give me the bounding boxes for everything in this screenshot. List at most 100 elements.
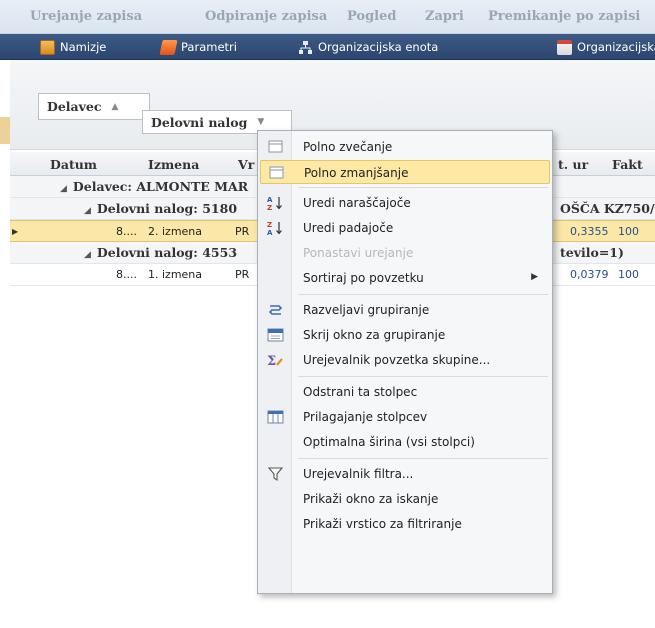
group-by-order-label: Delovni nalog <box>151 114 248 130</box>
tab-premikanje[interactable]: Premikanje po zapisi <box>488 9 640 24</box>
menu-item-group-summary-editor[interactable]: Σ Urejevalnik povzetka skupine... <box>260 348 550 372</box>
menu-item-column-chooser[interactable]: Prilagajanje stolpcev <box>260 405 550 429</box>
menu-item-label: Ponastavi urejanje <box>303 246 414 260</box>
left-strip <box>0 60 10 628</box>
menu-item-label: Razveljavi grupiranje <box>303 303 430 317</box>
menu-item-full-expand[interactable]: Polno zvečanje <box>260 135 550 159</box>
cell-type: PR <box>235 225 250 238</box>
group-row-order1-suffix: OŠČA KZ750/ <box>560 201 655 216</box>
submenu-arrow-icon: ▶ <box>531 272 538 282</box>
svg-text:Z: Z <box>267 204 272 211</box>
cell-fact: 100 <box>618 268 639 281</box>
desktop-button[interactable]: Namizje <box>40 39 106 55</box>
column-header-faktor[interactable]: Fakt <box>612 157 643 172</box>
org-unit-button[interactable]: Organizacijska enota <box>298 39 438 55</box>
org-calendar-button-label: Organizacijska <box>577 40 655 54</box>
menu-item-show-auto-filter-row[interactable]: Prikaži vrstico za filtriranje <box>260 512 550 536</box>
group-panel-icon <box>267 327 284 343</box>
tab-urejanje-zapisa[interactable]: Urejanje zapisa <box>30 9 142 24</box>
svg-text:Σ: Σ <box>267 354 276 368</box>
menu-item-label: Uredi padajoče <box>303 221 394 235</box>
group-by-worker[interactable]: Delavec ▲ <box>38 93 150 120</box>
menu-item-sort-ascending[interactable]: AZ Uredi naraščajoče <box>260 191 550 215</box>
menu-item-best-fit-all[interactable]: Optimalna širina (vsi stolpci) <box>260 430 550 454</box>
row-indicator-icon: ▶ <box>12 227 19 236</box>
toolbar: Namizje Parametri Organizacijska enota O… <box>0 34 655 60</box>
expand-icon[interactable]: ◢ <box>84 250 91 260</box>
calendar-icon <box>557 39 572 55</box>
tab-zapri[interactable]: Zapri <box>425 9 464 24</box>
cell-hours: 0,3355 <box>570 225 609 238</box>
cell-date: 8.... <box>116 268 137 281</box>
menu-item-label: Polno zvečanje <box>303 140 393 154</box>
parameters-icon <box>159 39 178 55</box>
summary-editor-icon: Σ <box>267 352 284 369</box>
desktop-button-label: Namizje <box>60 40 107 54</box>
group-by-worker-label: Delavec <box>47 99 102 114</box>
expand-icon[interactable]: ◢ <box>84 206 91 216</box>
svg-text:Z: Z <box>267 221 272 229</box>
column-chooser-icon <box>267 409 284 425</box>
cell-date: 8.... <box>116 225 137 238</box>
menu-item-label: Sortiraj po povzetku <box>303 271 424 285</box>
cell-shift: 2. izmena <box>148 225 203 238</box>
org-calendar-button[interactable]: Organizacijska <box>557 39 655 55</box>
menu-item-remove-column[interactable]: Odstrani ta stolpec <box>260 380 550 404</box>
menu-item-show-find-panel[interactable]: Prikaži okno za iskanje <box>260 487 550 511</box>
cell-fact: 100 <box>618 225 639 238</box>
group-row-order2-label: Delovni nalog: 4553 <box>96 245 238 260</box>
menu-item-sort-descending[interactable]: ZA Uredi padajoče <box>260 216 550 240</box>
desktop-icon <box>40 39 55 55</box>
org-unit-icon <box>298 40 313 55</box>
menu-item-ungroup[interactable]: Razveljavi grupiranje <box>260 298 550 322</box>
cell-hours: 0,0379 <box>570 268 609 281</box>
menu-separator <box>298 376 548 377</box>
menu-item-label: Prilagajanje stolpcev <box>303 410 428 424</box>
column-header-datum[interactable]: Datum <box>50 157 97 172</box>
parameters-button[interactable]: Parametri <box>159 39 237 55</box>
menu-separator <box>298 187 548 188</box>
org-unit-button-label: Organizacijska enota <box>318 40 439 54</box>
sort-ascending-icon: AZ <box>267 195 284 212</box>
menu-item-label: Urejevalnik filtra... <box>303 467 414 481</box>
box-icon <box>267 139 284 155</box>
menu-item-label: Odstrani ta stolpec <box>303 385 418 399</box>
menu-separator <box>298 458 548 459</box>
menu-item-filter-editor[interactable]: Urejevalnik filtra... <box>260 462 550 486</box>
column-header-vrsta[interactable]: Vr <box>238 157 254 172</box>
group-row-order1-label: Delovni nalog: 5180 <box>96 201 238 216</box>
sort-down-icon[interactable]: ▼ <box>257 117 264 127</box>
menu-item-label: Optimalna širina (vsi stolpci) <box>303 435 475 449</box>
tab-odpiranje-zapisa[interactable]: Odpiranje zapisa <box>205 9 327 24</box>
column-header-izmena[interactable]: Izmena <box>148 157 199 172</box>
menu-item-sort-by-summary[interactable]: Sortiraj po povzetku ▶ <box>260 266 550 290</box>
svg-text:A: A <box>267 196 273 204</box>
menu-item-label: Skrij okno za grupiranje <box>303 328 446 342</box>
menu-separator <box>298 294 548 295</box>
menu-item-reset-sort: Ponastavi urejanje <box>260 241 550 265</box>
menu-item-label: Uredi naraščajoče <box>303 196 411 210</box>
box-icon <box>268 165 285 181</box>
menu-item-label: Polno zmanjšanje <box>304 166 409 180</box>
menu-item-label: Prikaži okno za iskanje <box>303 492 439 506</box>
menu-item-full-collapse[interactable]: Polno zmanjšanje <box>260 160 550 184</box>
sort-descending-icon: ZA <box>267 220 284 237</box>
menu-item-label: Prikaži vrstico za filtriranje <box>303 517 462 531</box>
column-header-ur[interactable]: t. ur <box>558 157 588 172</box>
svg-text:A: A <box>267 229 273 236</box>
menu-item-hide-group-panel[interactable]: Skrij okno za grupiranje <box>260 323 550 347</box>
cell-type: PR <box>235 268 250 281</box>
ribbon-tabs-bar: Urejanje zapisa Odpiranje zapisa Pogled … <box>0 0 655 34</box>
menu-item-label: Urejevalnik povzetka skupine... <box>303 353 491 367</box>
group-row-worker-label: Delavec: ALMONTE MAR <box>72 179 249 194</box>
context-menu: Polno zvečanje Polno zmanjšanje AZ Uredi… <box>257 130 553 594</box>
tab-pogled[interactable]: Pogled <box>347 9 397 24</box>
sort-up-icon[interactable]: ▲ <box>111 102 118 112</box>
left-strip-highlight <box>0 117 10 144</box>
filter-icon <box>267 466 284 482</box>
ungroup-icon <box>267 302 284 318</box>
cell-shift: 1. izmena <box>148 268 203 281</box>
parameters-button-label: Parametri <box>181 40 237 54</box>
group-row-order2-suffix: tevilo=1) <box>560 245 624 260</box>
expand-icon[interactable]: ◢ <box>60 184 67 194</box>
